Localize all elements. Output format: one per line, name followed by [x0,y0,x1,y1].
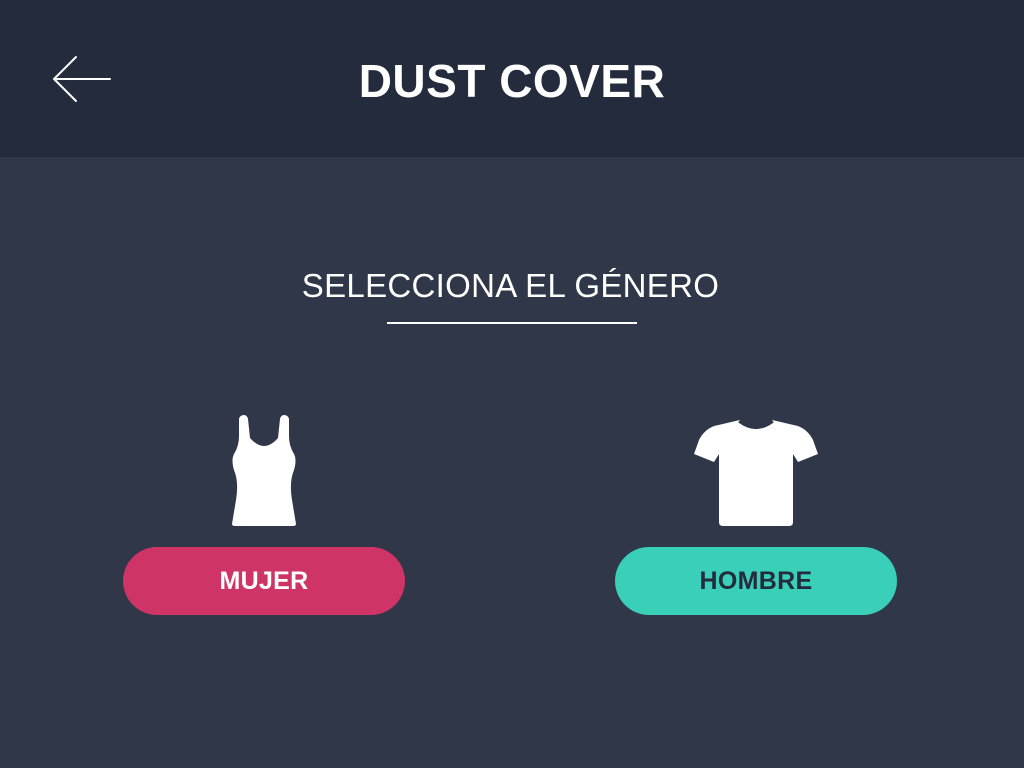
prompt-underline [387,322,637,324]
option-man: HOMBRE [615,410,897,616]
woman-button[interactable]: MUJER [123,547,405,615]
man-button[interactable]: HOMBRE [615,547,897,615]
header-bar: DUST COVER [0,0,1024,157]
page-title: DUST COVER [358,55,666,107]
gender-prompt: SELECCIONA EL GÉNERO [301,267,720,304]
option-woman: MUJER [123,410,405,616]
t-shirt-icon [615,410,897,530]
tank-top-icon [123,410,405,530]
